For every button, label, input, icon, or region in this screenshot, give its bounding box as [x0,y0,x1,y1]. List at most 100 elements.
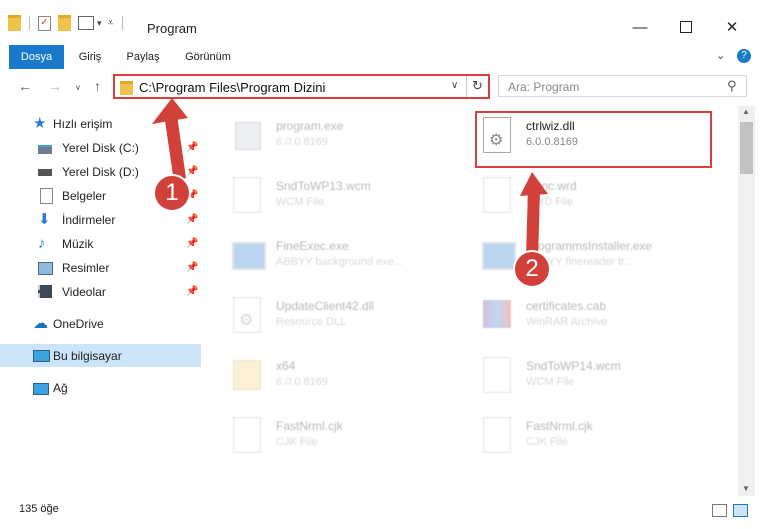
music-icon: ♪ [38,234,46,252]
properties-icon[interactable]: ✓ [38,15,51,31]
maximize-icon [680,21,692,33]
file-item[interactable]: SndToWP14.wcm WCM File [480,352,720,402]
customize-qa-icon[interactable]: ⩡ [108,17,114,30]
sidebar-item-videos[interactable]: Videolar 📌 [0,280,201,303]
large-icons-view-icon[interactable] [733,504,748,517]
file-icon [480,416,514,456]
help-icon[interactable]: ? [737,49,751,63]
file-name: program.exe [276,119,344,133]
expand-ribbon-icon[interactable]: ⌄ [716,49,725,62]
file-name: x64 [276,359,296,373]
file-detail: CJK File [526,436,568,448]
sidebar-item-this-pc[interactable]: Bu bilgisayar [0,344,201,367]
sidebar-item-label: OneDrive [53,316,104,331]
folder-icon [120,81,133,95]
search-input[interactable]: Ara: Program [508,80,579,94]
minimize-icon: — [632,18,648,36]
recent-dropdown-icon[interactable]: ∨ [75,83,81,92]
up-arrow-icon[interactable]: ↑ [94,78,101,94]
file-item[interactable]: FastNrml.cjk CJK File [480,412,720,462]
sidebar-item-label: Yerel Disk (D:) [62,164,139,179]
back-arrow-icon[interactable]: ← [18,78,32,94]
item-count: 135 öğe [19,503,59,515]
close-icon: ✕ [725,19,739,36]
file-item-program-exe[interactable]: program.exe 6.0.0.8169 [230,112,470,162]
file-item[interactable]: SndToWP13.wcm WCM File [230,172,470,222]
sidebar-item-label: Hızlı erişim [53,116,113,131]
close-button[interactable]: ✕ [709,12,755,42]
address-divider [466,76,467,97]
tab-share[interactable]: Paylaş [120,45,166,69]
folder-icon[interactable] [8,15,21,31]
address-bar[interactable]: C:\Program Files\Program Dizini ∨ ↻ [113,74,490,99]
network-icon [33,380,49,396]
refresh-icon[interactable]: ↻ [472,78,483,94]
file-item[interactable]: certificates.cab WinRAR Archive [480,292,720,342]
sidebar-item-label: Belgeler [62,188,107,203]
callout-1: 1 [153,174,191,212]
sidebar-item-label: İndirmeler [62,212,116,227]
file-detail: ABBYY background exe... [276,256,403,268]
file-detail: 6.0.0.8169 [276,136,328,148]
forward-arrow-icon[interactable]: → [48,78,62,94]
sidebar-item-pictures[interactable]: Resimler 📌 [0,256,201,279]
navigation-pane: ★ Hızlı erişim Yerel Disk (C:) 📌 Yerel D… [0,106,205,496]
file-icon [230,176,264,216]
scroll-up-icon[interactable]: ▲ [742,107,750,116]
pin-icon[interactable]: 📌 [186,214,198,225]
sidebar-item-onedrive[interactable]: ☁ OneDrive [0,312,201,335]
window-title: Program [147,21,197,36]
file-detail: WinRAR Archive [526,316,608,328]
tab-file[interactable]: Dosya [9,45,64,69]
file-detail: WRD File [526,196,574,208]
sidebar-item-network[interactable]: Ağ [0,376,201,399]
file-name: FastNrml.cjk [526,419,593,433]
view-icon[interactable] [78,16,94,30]
scroll-thumb[interactable] [740,122,753,174]
file-highlight-box [475,111,712,168]
file-item[interactable]: FineExec.exe ABBYY background exe... [230,232,470,282]
sidebar-item-local-disk-c[interactable]: Yerel Disk (C:) 📌 [0,136,201,159]
file-name: certificates.cab [526,299,607,313]
pin-icon[interactable]: 📌 [186,142,198,153]
file-name: FineExec.exe [276,239,349,253]
chevron-down-icon[interactable]: ▾ [97,18,102,29]
quick-access-toolbar: ✓ ▾ ⩡ [8,14,123,32]
sidebar-item-label: Resimler [62,260,110,275]
scroll-down-icon[interactable]: ▼ [742,484,750,493]
status-bar: 135 öğe [0,496,769,529]
exe-icon [230,116,264,156]
file-item[interactable]: FastNrml.cjk CJK File [230,412,470,462]
tab-home[interactable]: Giriş [70,45,110,69]
minimize-button[interactable]: — [617,12,663,42]
sidebar-item-quick-access[interactable]: ★ Hızlı erişim [0,112,201,135]
sidebar-item-music[interactable]: ♪ Müzik 📌 [0,232,201,255]
search-box[interactable]: Ara: Program ⚲ [498,75,747,97]
file-detail: 6.0.0.8169 [276,376,328,388]
file-item[interactable]: x64 6.0.0.8169 [230,352,470,402]
details-view-icon[interactable] [712,504,727,517]
maximize-button[interactable] [663,12,709,42]
chevron-down-icon[interactable]: ∨ [451,80,458,91]
vertical-scrollbar[interactable]: ▲ ▼ [738,106,755,496]
pin-icon[interactable]: 📌 [186,262,198,273]
address-path[interactable]: C:\Program Files\Program Dizini [139,80,325,95]
folder-icon [230,356,264,396]
file-item[interactable]: ⚙ UpdateClient42.dll Resource DLL [230,292,470,342]
file-name: SndToWP14.wcm [526,359,621,373]
tab-view[interactable]: Görünüm [176,45,240,69]
pin-icon[interactable]: 📌 [186,238,198,249]
computer-icon [33,348,50,364]
drive-icon [38,164,54,180]
download-icon: ⬇ [38,210,51,228]
pin-icon[interactable]: 📌 [186,286,198,297]
pin-icon[interactable]: 📌 [186,166,198,177]
new-folder-icon[interactable] [58,15,71,31]
file-detail: CJK File [276,436,318,448]
file-name: SndToWP13.wcm [276,179,371,193]
file-name: UpdateClient42.dll [276,299,375,313]
file-item[interactable]: chinc.wrd WRD File [480,172,720,222]
file-name: ProgrammsInstaller.exe [526,239,653,253]
ribbon-tabs: Dosya Giriş Paylaş Görünüm ⌄ ? [0,45,769,69]
title-bar: ✓ ▾ ⩡ Program — ✕ [0,0,769,42]
